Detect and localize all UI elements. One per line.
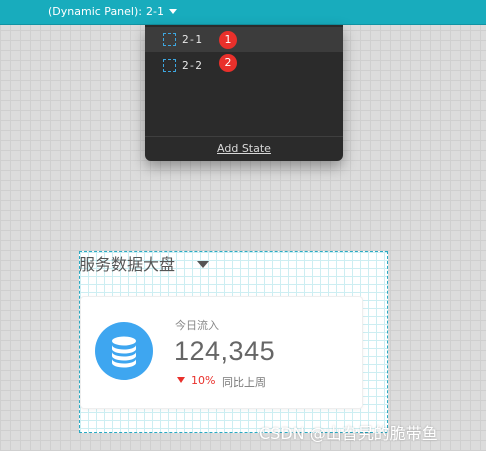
state-item-2-2[interactable]: 2-2 2 [145, 53, 343, 78]
metric-value: 124,345 [174, 336, 276, 366]
current-state-label: 2-1 [145, 5, 164, 18]
menu-divider [145, 136, 343, 137]
caret-down-icon[interactable] [197, 261, 209, 268]
chevron-down-icon[interactable] [168, 9, 177, 14]
annotation-badge: 2 [219, 54, 237, 72]
state-dropdown-menu: 2-1 1 2-2 2 Add State [145, 25, 343, 161]
state-icon [163, 33, 176, 46]
database-icon [95, 322, 153, 380]
state-name: 2-2 [182, 59, 202, 72]
state-icon [163, 59, 176, 72]
trend-percent: 10% [191, 374, 216, 387]
state-name: 2-1 [182, 33, 202, 46]
metric-label: 今日流入 [175, 319, 219, 332]
annotation-badge: 1 [219, 31, 237, 49]
add-state-link[interactable]: Add State [145, 138, 343, 161]
watermark: CSDN @山旮旯的脆带鱼 [259, 424, 438, 443]
state-item-2-1[interactable]: 2-1 1 [145, 27, 343, 52]
trend-down-icon [177, 377, 185, 383]
dynamic-panel-label: (Dynamic Panel): [48, 5, 142, 18]
dynamic-panel-state-selector[interactable]: (Dynamic Panel): 2-1 [48, 0, 177, 25]
trend-label: 同比上周 [222, 376, 266, 389]
top-toolbar: (Dynamic Panel): 2-1 [0, 0, 486, 25]
dashboard-title: 服务数据大盘 [79, 255, 176, 274]
